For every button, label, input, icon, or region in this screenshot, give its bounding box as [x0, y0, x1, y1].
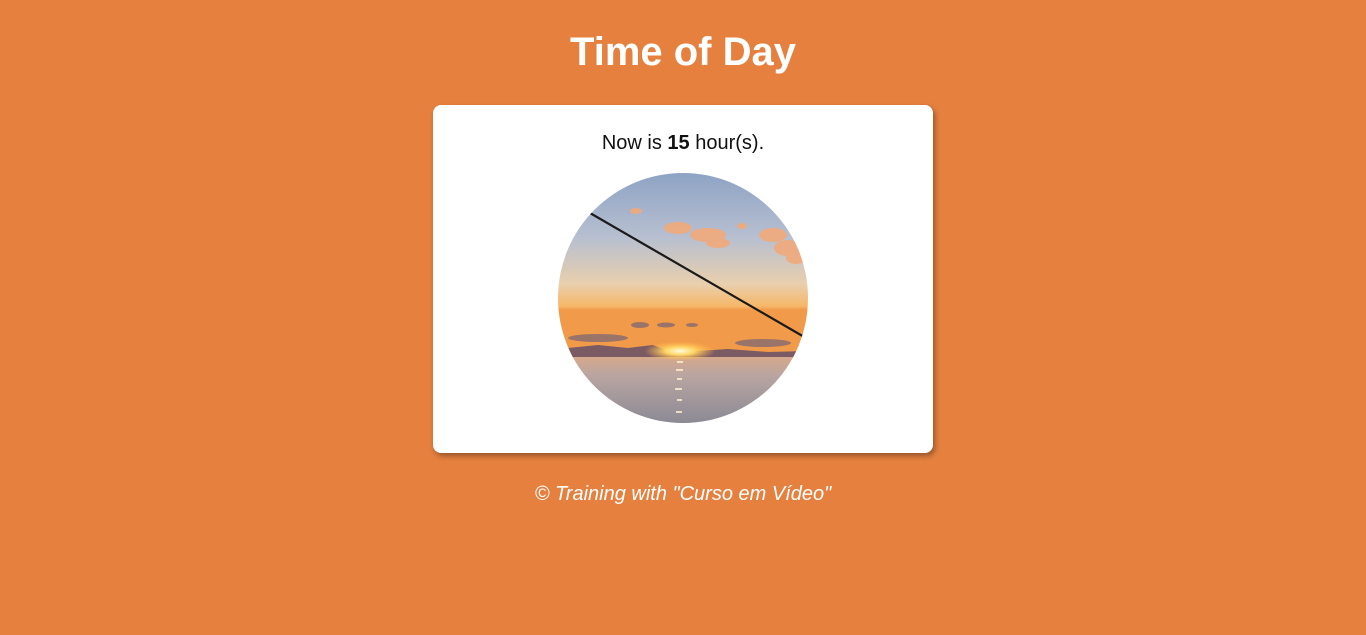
sun [644, 341, 716, 361]
hour-value: 15 [667, 132, 690, 154]
time-card: Now is 15 hour(s). [433, 105, 933, 453]
footer-credit: © Training with "Curso em Vídeo" [534, 483, 832, 505]
time-of-day-image [558, 173, 808, 423]
sunset-image-graphic [558, 173, 808, 423]
page-title: Time of Day [570, 30, 796, 74]
sky [558, 173, 808, 358]
hour-suffix: hour(s). [695, 132, 765, 154]
sea [558, 355, 808, 423]
hour-prefix: Now is [601, 132, 662, 154]
current-hour-message: Now is 15 hour(s). [433, 131, 933, 155]
